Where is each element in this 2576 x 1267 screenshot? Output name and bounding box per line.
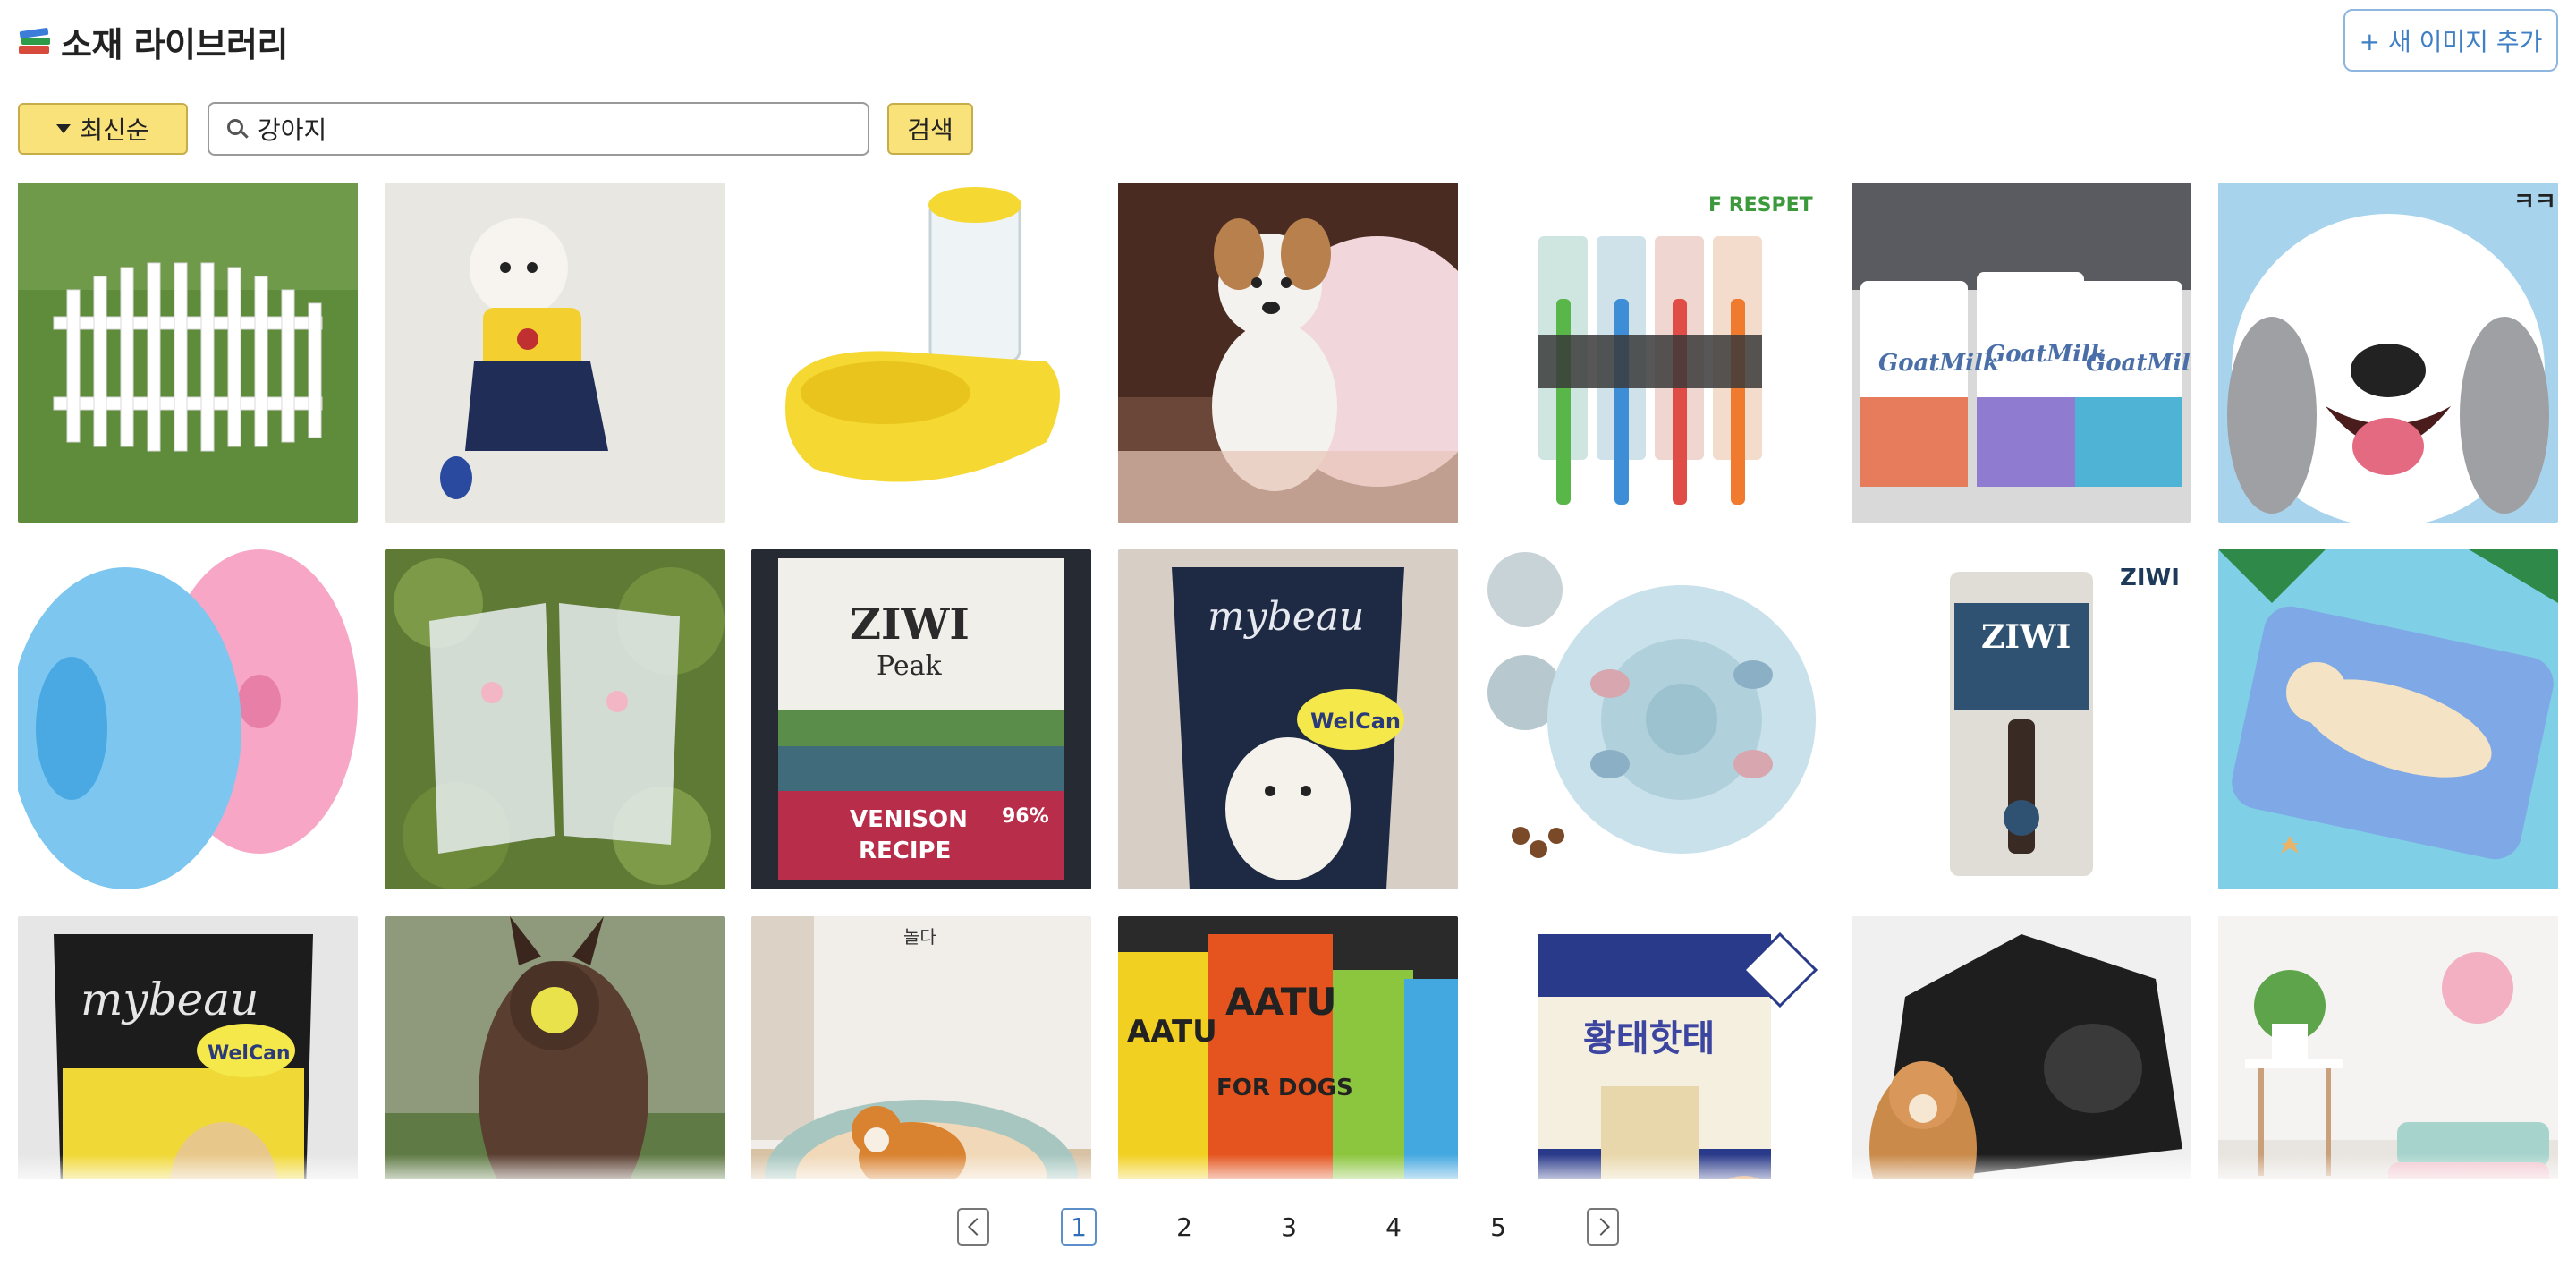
search-input[interactable] xyxy=(258,114,848,144)
dog-illustration-image: ㅋㅋ xyxy=(2218,183,2558,523)
image-tile-ziwi-peak-bag[interactable]: ZIWI Peak VENISON RECIPE 96% xyxy=(751,549,1091,889)
dog-bed-image: 놀다 xyxy=(751,916,1091,1179)
welcan-pack-text: WelCan xyxy=(208,1042,291,1065)
caret-down-icon xyxy=(56,124,72,133)
sort-dropdown[interactable]: 최신순 xyxy=(18,103,188,155)
goat-milk-label-1: GoatMilk xyxy=(1878,350,1999,377)
image-tile-water-dispenser[interactable] xyxy=(751,183,1091,523)
recipe-text: RECIPE xyxy=(859,838,951,864)
forespet-logo-text: F RESPET xyxy=(1708,194,1813,217)
prev-page-button[interactable] xyxy=(957,1208,989,1246)
aatu-text-1: AATU xyxy=(1127,1014,1217,1050)
ziwi-logo-text: ZIWI xyxy=(2120,565,2180,591)
cooling-mat-image xyxy=(2218,549,2558,889)
mybeau-pack-text: mybeau xyxy=(80,974,258,1025)
pagination: 1 2 3 4 5 xyxy=(0,1204,2576,1251)
page-3-button[interactable]: 3 xyxy=(1271,1208,1307,1246)
image-tile-lace-clothes[interactable] xyxy=(385,549,724,889)
lace-clothes-image xyxy=(385,549,724,889)
dog-dress-image xyxy=(385,183,724,523)
image-grid: F RESPET GoatMilk GoatMilk GoatMilk xyxy=(18,183,2558,1179)
image-tile-aatu-food-bags[interactable]: AATU AATU FOR DOGS xyxy=(1118,916,1458,1179)
image-tile-pollack-treats[interactable]: 황태핫태 xyxy=(1485,916,1825,1179)
percent-text: 96% xyxy=(1002,805,1049,828)
kkk-text: ㅋㅋ xyxy=(2513,189,2556,216)
books-icon xyxy=(18,26,52,56)
add-image-button[interactable]: + 새 이미지 추가 xyxy=(2343,9,2558,72)
image-tile-puppy[interactable] xyxy=(1118,183,1458,523)
venison-text: VENISON xyxy=(850,806,968,833)
mybeau-pack-image: mybeau WelCan xyxy=(18,916,358,1179)
ziwi-chew-image: ZIWI ZIWI xyxy=(1852,549,2191,889)
page-title: 소재 라이브러리 xyxy=(61,24,288,64)
image-tile-dog-illustration[interactable]: ㅋㅋ xyxy=(2218,183,2558,523)
image-tile-fence[interactable] xyxy=(18,183,358,523)
ziwi-chew-logo: ZIWI xyxy=(1981,618,2071,656)
goat-milk-image: GoatMilk GoatMilk GoatMilk xyxy=(1852,183,2191,523)
donut-balls-image xyxy=(18,549,358,889)
aatu-text-2: AATU xyxy=(1225,980,1337,1024)
image-tile-running-dog[interactable] xyxy=(385,916,724,1179)
next-page-button[interactable] xyxy=(1587,1208,1619,1246)
page-5-button[interactable]: 5 xyxy=(1480,1208,1516,1246)
image-tile-ziwi-chew[interactable]: ZIWI ZIWI xyxy=(1852,549,2191,889)
image-tile-dog-bed[interactable]: 놀다 xyxy=(751,916,1091,1179)
image-tile-pet-cushions[interactable] xyxy=(2218,916,2558,1179)
goat-milk-label-3: GoatMilk xyxy=(2086,350,2191,377)
sort-label: 최신순 xyxy=(80,115,149,145)
pollack-treats-image: 황태핫태 xyxy=(1485,916,1825,1179)
page-4-button[interactable]: 4 xyxy=(1376,1208,1411,1246)
image-tile-mybeau-pouch[interactable]: mybeau WelCan xyxy=(1118,549,1458,889)
chevron-right-icon xyxy=(1592,1218,1610,1236)
page-header: 소재 라이브러리 xyxy=(18,16,288,66)
image-tile-donut-balls[interactable] xyxy=(18,549,358,889)
page-1-button[interactable]: 1 xyxy=(1061,1208,1097,1246)
nolda-text: 놀다 xyxy=(903,926,936,948)
image-tile-mybeau-pack[interactable]: mybeau WelCan xyxy=(18,916,358,1179)
fence-image xyxy=(18,183,358,523)
ziwi-peak-image: ZIWI Peak VENISON RECIPE 96% xyxy=(751,549,1091,889)
image-tile-pet-tent[interactable] xyxy=(1852,916,2191,1179)
toothbrush-image: F RESPET xyxy=(1485,183,1825,523)
search-box[interactable] xyxy=(208,102,869,156)
page-2-button[interactable]: 2 xyxy=(1166,1208,1202,1246)
pet-cushions-image xyxy=(2218,916,2558,1179)
mybeau-text: mybeau xyxy=(1208,594,1364,640)
peak-text: Peak xyxy=(877,651,942,682)
aatu-bags-image: AATU AATU FOR DOGS xyxy=(1118,916,1458,1179)
search-icon xyxy=(225,117,249,140)
image-tile-goat-milk-packs[interactable]: GoatMilk GoatMilk GoatMilk xyxy=(1852,183,2191,523)
toolbar: 최신순 검색 xyxy=(18,102,973,156)
image-tile-puzzle-feeder[interactable] xyxy=(1485,549,1825,889)
mybeau-pouch-image: mybeau WelCan xyxy=(1118,549,1458,889)
puzzle-feeder-image xyxy=(1485,549,1825,889)
pet-tent-image xyxy=(1852,916,2191,1179)
image-tile-toothbrush-set[interactable]: F RESPET xyxy=(1485,183,1825,523)
image-tile-cooling-mat[interactable] xyxy=(2218,549,2558,889)
treat-name-text: 황태핫태 xyxy=(1583,1018,1715,1059)
ziwi-peak-logo-text: ZIWI xyxy=(850,599,970,650)
puppy-image xyxy=(1118,183,1458,523)
welcan-text: WelCan xyxy=(1310,709,1401,734)
for-dogs-text: FOR DOGS xyxy=(1216,1075,1353,1101)
running-dog-image xyxy=(385,916,724,1179)
chevron-left-icon xyxy=(968,1218,986,1236)
water-dispenser-image xyxy=(751,183,1091,523)
search-button[interactable]: 검색 xyxy=(887,103,973,155)
image-tile-dog-dress[interactable] xyxy=(385,183,724,523)
